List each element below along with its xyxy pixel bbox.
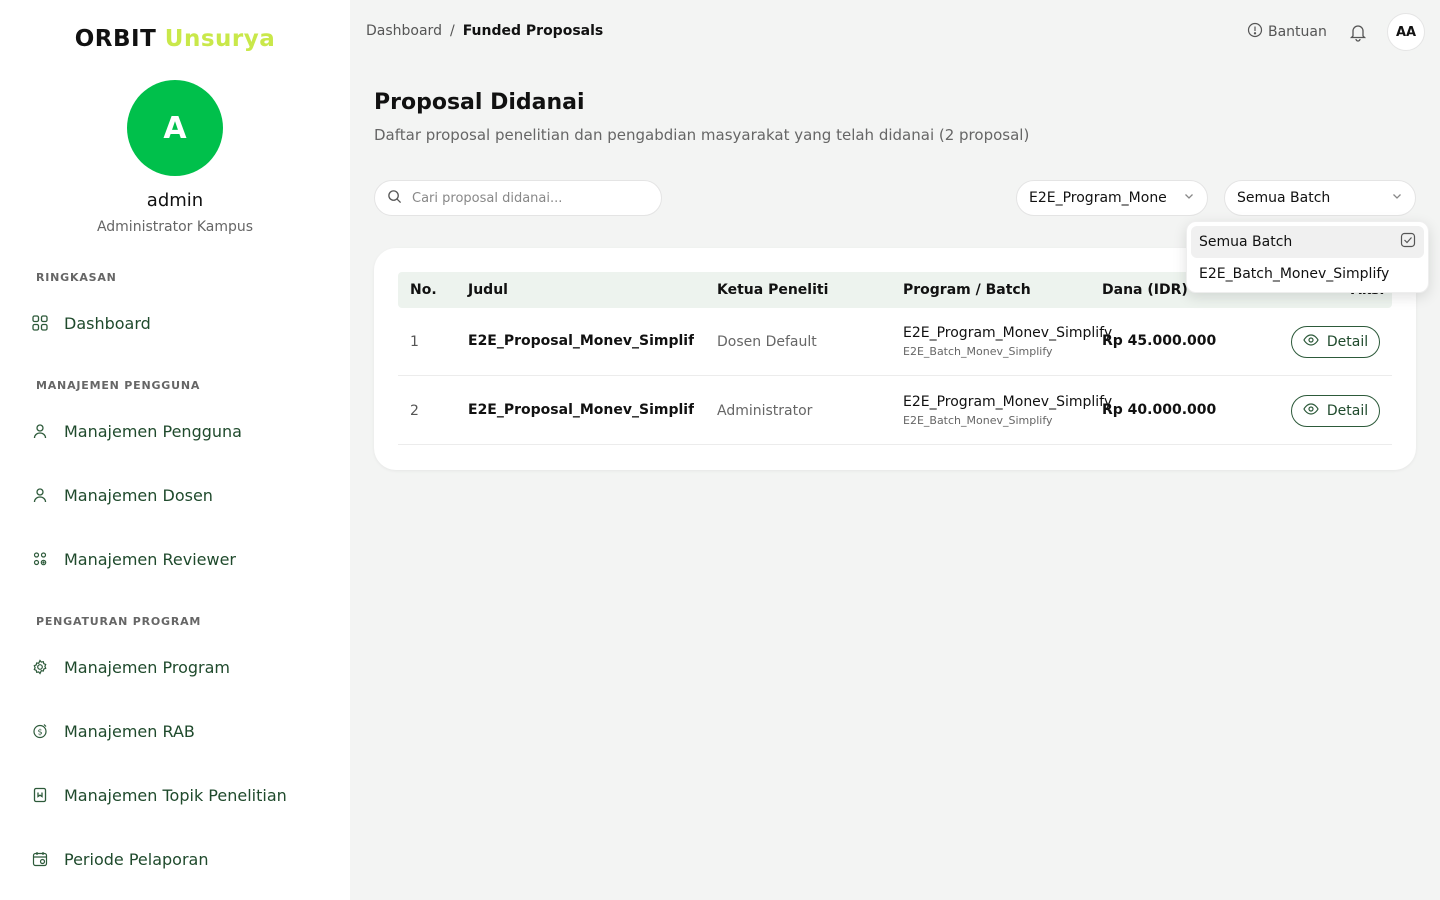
user-icon <box>30 485 50 505</box>
coin-icon: $ <box>30 721 50 741</box>
sidebar-item-dashboard[interactable]: Dashboard <box>30 303 151 343</box>
sidebar-item-label: Manajemen Pengguna <box>64 421 242 441</box>
chevron-down-icon <box>1183 190 1195 206</box>
user-role: Administrator Kampus <box>96 219 254 235</box>
search-input[interactable] <box>412 190 642 206</box>
svg-text:$: $ <box>37 728 42 737</box>
row-batch: E2E_Batch_Monev_Simplify <box>903 345 1053 358</box>
calendar-icon <box>30 849 50 869</box>
dropdown-option-label: E2E_Batch_Monev_Simplify <box>1199 266 1390 282</box>
user-avatar: A <box>127 80 223 176</box>
row-no: 2 <box>410 403 419 419</box>
row-batch: E2E_Batch_Monev_Simplify <box>903 414 1053 427</box>
column-header-no: No. <box>410 282 437 298</box>
page-subtitle: Daftar proposal penelitian dan pengabdia… <box>374 126 1030 144</box>
help-link[interactable]: Bantuan <box>1247 22 1327 42</box>
sidebar-item-manajemen-reviewer[interactable]: Manajemen Reviewer <box>30 539 236 579</box>
dropdown-option-label: Semua Batch <box>1199 234 1293 250</box>
batch-dropdown-menu: Semua Batch E2E_Batch_Monev_Simplify <box>1186 221 1429 293</box>
breadcrumb-dashboard[interactable]: Dashboard <box>366 23 442 39</box>
section-title-pengaturan-program: PENGATURAN PROGRAM <box>36 615 202 628</box>
row-program: E2E_Program_Monev_Simplify <box>903 325 1113 341</box>
program-select-value: E2E_Program_Mone <box>1029 190 1167 206</box>
sidebar-item-label: Manajemen Program <box>64 657 231 677</box>
column-header-dana: Dana (IDR) <box>1102 282 1188 298</box>
row-ketua: Administrator <box>717 403 813 419</box>
sidebar-item-manajemen-pengguna[interactable]: Manajemen Pengguna <box>30 411 242 451</box>
breadcrumb: Dashboard / Funded Proposals <box>366 23 603 39</box>
breadcrumb-separator: / <box>449 23 455 39</box>
sidebar-item-manajemen-rab[interactable]: $ Manajemen RAB <box>30 711 195 751</box>
section-title-ringkasan: RINGKASAN <box>36 271 117 284</box>
sidebar-item-label: Manajemen Dosen <box>64 485 213 505</box>
column-header-ketua: Ketua Peneliti <box>717 282 829 298</box>
batch-select[interactable]: Semua Batch <box>1224 180 1416 216</box>
sidebar-item-label: Dashboard <box>64 313 151 333</box>
row-program: E2E_Program_Monev_Simplify <box>903 394 1113 410</box>
brand-part2: Unsurya <box>164 26 276 52</box>
sidebar-item-label: Periode Pelaporan <box>64 849 209 869</box>
help-label: Bantuan <box>1268 24 1327 40</box>
sidebar-item-manajemen-topik-penelitian[interactable]: Manajemen Topik Penelitian <box>30 775 287 815</box>
sidebar-item-manajemen-program[interactable]: Manajemen Program <box>30 647 230 687</box>
column-header-judul: Judul <box>468 282 508 298</box>
dropdown-option-e2e-batch[interactable]: E2E_Batch_Monev_Simplify <box>1191 258 1424 290</box>
row-judul: E2E_Proposal_Monev_Simplify <box>468 333 694 349</box>
search-box <box>374 180 662 216</box>
sidebar-item-label: Manajemen RAB <box>64 721 195 741</box>
table-row: 1 E2E_Proposal_Monev_Simplify Dosen Defa… <box>398 308 1392 376</box>
gear-icon <box>30 657 50 677</box>
row-judul: E2E_Proposal_Monev_Simplify_ <box>468 402 694 418</box>
users-cog-icon <box>30 549 50 569</box>
sidebar-item-manajemen-dosen[interactable]: Manajemen Dosen <box>30 475 213 515</box>
eye-icon <box>1303 401 1319 421</box>
sidebar-item-label: Manajemen Reviewer <box>64 549 237 569</box>
info-circle-icon <box>1247 22 1263 42</box>
detail-button[interactable]: Detail <box>1291 395 1380 427</box>
user-name: admin <box>146 190 204 211</box>
detail-button-label: Detail <box>1326 334 1369 350</box>
bookmark-icon <box>30 785 50 805</box>
table-row: 2 E2E_Proposal_Monev_Simplify_ Administr… <box>398 377 1392 445</box>
brand-logo: ORBIT Unsurya <box>0 26 350 52</box>
sidebar-item-label: Manajemen Topik Penelitian <box>64 785 287 805</box>
bell-icon[interactable] <box>1348 22 1368 42</box>
sidebar: ORBIT Unsurya A admin Administrator Kamp… <box>0 0 350 900</box>
detail-button-label: Detail <box>1326 403 1369 419</box>
row-no: 1 <box>410 334 419 350</box>
page-title: Proposal Didanai <box>374 90 585 115</box>
search-icon <box>387 189 402 208</box>
detail-button[interactable]: Detail <box>1291 326 1380 358</box>
eye-icon <box>1303 332 1319 352</box>
brand-part1: ORBIT <box>74 26 157 52</box>
sidebar-item-periode-pelaporan[interactable]: Periode Pelaporan <box>30 839 208 879</box>
row-dana: Rp 40.000.000 <box>1102 402 1217 418</box>
header-avatar[interactable]: AA <box>1387 13 1425 51</box>
dropdown-option-semua-batch[interactable]: Semua Batch <box>1191 226 1424 258</box>
user-icon <box>30 421 50 441</box>
program-select[interactable]: E2E_Program_Mone <box>1016 180 1208 216</box>
chevron-down-icon <box>1391 190 1403 206</box>
grid-icon <box>30 313 50 333</box>
row-ketua: Dosen Default <box>717 334 817 350</box>
breadcrumb-current: Funded Proposals <box>462 23 604 39</box>
column-header-program-batch: Program / Batch <box>903 282 1031 298</box>
row-dana: Rp 45.000.000 <box>1102 333 1217 349</box>
check-icon <box>1400 232 1416 252</box>
batch-select-value: Semua Batch <box>1237 190 1331 206</box>
section-title-manajemen-pengguna: MANAJEMEN PENGGUNA <box>36 379 201 392</box>
